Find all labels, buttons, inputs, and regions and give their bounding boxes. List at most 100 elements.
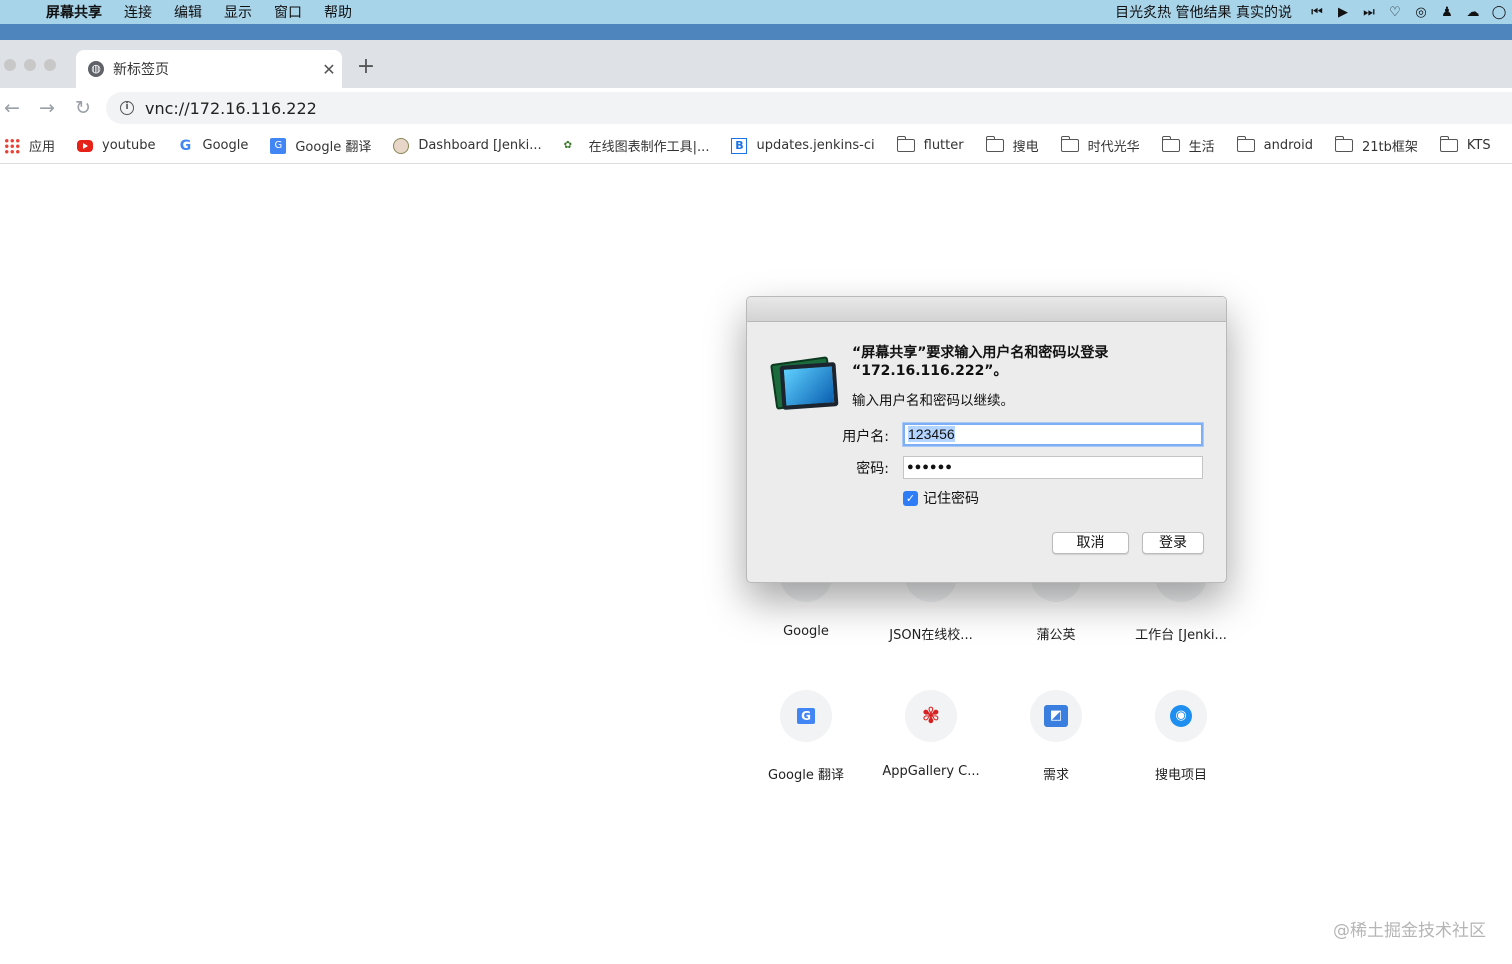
heart-icon[interactable]: ♡: [1382, 5, 1408, 20]
huawei-logo-icon: ✾: [905, 690, 957, 742]
shortcut-appgallery[interactable]: ✾ AppGallery C...: [876, 690, 986, 779]
address-bar[interactable]: i vnc://172.16.116.222: [106, 92, 1512, 124]
bookmark-label: 在线图表制作工具|...: [588, 140, 710, 155]
tab-close-icon[interactable]: ✕: [316, 60, 342, 79]
cancel-button[interactable]: 取消: [1052, 532, 1129, 554]
menu-window[interactable]: 窗口: [274, 2, 302, 22]
jenkins-icon: [393, 137, 410, 154]
menu-connect[interactable]: 连接: [124, 2, 152, 22]
shortcut-label: Google 翻译: [768, 768, 844, 783]
username-label: 用户名:: [842, 429, 889, 445]
previous-track-icon[interactable]: ⏮: [1304, 5, 1330, 20]
shortcut-label: JSON在线校...: [889, 628, 973, 643]
folder-icon: [1161, 136, 1180, 152]
tab-title: 新标签页: [113, 62, 169, 78]
shortcut-label: 需求: [1042, 768, 1069, 783]
bookmark-google[interactable]: G Google: [178, 138, 249, 154]
bookmark-folder-21tb[interactable]: 21tb框架: [1334, 136, 1418, 155]
back-arrow-icon[interactable]: ←: [0, 96, 24, 120]
password-label: 密码:: [856, 461, 889, 477]
bookmark-label: Google: [202, 138, 249, 153]
remember-password-label: 记住密码: [923, 491, 979, 507]
shortcut-label: 搜电项目: [1154, 768, 1207, 783]
bookmark-label: Dashboard [Jenki...: [418, 138, 542, 153]
bookmark-label: 搜电: [1012, 140, 1039, 155]
menu-view[interactable]: 显示: [224, 2, 252, 22]
username-field[interactable]: 123456: [903, 423, 1203, 446]
username-value: 123456: [908, 426, 955, 442]
tab-strip: ◍ 新标签页 ✕ +: [0, 40, 1512, 88]
dialog-message-line2: “172.16.116.222”。: [852, 363, 1008, 379]
menu-app-name[interactable]: 屏幕共享: [46, 2, 102, 22]
shortcut-soudian-project[interactable]: ◉ 搜电项目: [1126, 690, 1236, 783]
bookmark-label: youtube: [102, 138, 156, 153]
bookmark-label: 时代光华: [1087, 140, 1140, 155]
next-track-icon[interactable]: ⏭: [1356, 5, 1382, 20]
login-button[interactable]: 登录: [1142, 532, 1204, 554]
checkbox-checked-icon[interactable]: ✓: [903, 490, 918, 506]
window-zoom-icon[interactable]: [44, 59, 56, 71]
requirements-icon: ◩: [1030, 690, 1082, 742]
menu-edit[interactable]: 编辑: [174, 2, 202, 22]
folder-icon: [985, 136, 1004, 152]
bookmark-label: KTS: [1466, 138, 1491, 153]
reload-icon[interactable]: ↻: [71, 96, 95, 120]
forward-arrow-icon[interactable]: →: [35, 96, 59, 120]
globe-icon: ◍: [88, 61, 104, 77]
bookmark-updates-jenkins[interactable]: B updates.jenkins-ci: [731, 137, 875, 154]
bookmark-label: android: [1263, 138, 1313, 153]
desktop-band: [0, 24, 1512, 40]
shortcut-label: AppGallery C...: [882, 764, 980, 779]
bookmark-apps[interactable]: 应用: [4, 136, 55, 155]
chart-tool-icon: ✿: [563, 139, 573, 151]
address-url[interactable]: vnc://172.16.116.222: [145, 99, 317, 118]
google-translate-icon: G: [270, 137, 287, 154]
dialog-titlebar: [747, 297, 1226, 322]
mac-menu-bar: 屏幕共享 连接 编辑 显示 窗口 帮助 目光炙热 管他结果 真实的说 ⏮ ▶ ⏭…: [0, 0, 1512, 24]
new-tab-plus-icon[interactable]: +: [354, 56, 378, 80]
youtube-icon: [77, 139, 94, 152]
bookmark-google-translate[interactable]: G Google 翻译: [270, 136, 371, 155]
screen-sharing-app-icon: [770, 354, 839, 410]
bracket-b-icon: B: [731, 137, 748, 154]
folder-icon: [1439, 136, 1458, 152]
folder-icon: [1236, 136, 1255, 152]
screen-sharing-login-dialog: “屏幕共享”要求输入用户名和密码以登录 “172.16.116.222”。 输入…: [746, 296, 1227, 583]
dialog-subtitle: 输入用户名和密码以继续。: [852, 393, 1014, 409]
bookmark-folder-android[interactable]: android: [1236, 136, 1313, 153]
bookmark-folder-soudian[interactable]: 搜电: [985, 136, 1039, 155]
bookmark-label: 生活: [1188, 140, 1215, 155]
bookmark-folder-kts[interactable]: KTS: [1439, 136, 1491, 153]
shortcut-requirements[interactable]: ◩ 需求: [1001, 690, 1111, 783]
bookmark-label: updates.jenkins-ci: [756, 138, 875, 153]
window-close-icon[interactable]: [4, 59, 16, 71]
chat-bubble-icon[interactable]: ◯: [1486, 5, 1512, 20]
folder-icon: [1334, 136, 1353, 152]
site-info-icon[interactable]: i: [120, 101, 134, 115]
bookmark-chart-tool[interactable]: ✿ 在线图表制作工具|...: [563, 136, 710, 156]
wechat-icon[interactable]: ☁: [1460, 5, 1486, 20]
bookmark-folder-flutter[interactable]: flutter: [896, 136, 964, 153]
dialog-message-line1: “屏幕共享”要求输入用户名和密码以登录: [852, 345, 1109, 361]
folder-icon: [1060, 136, 1079, 152]
window-minimize-icon[interactable]: [24, 59, 36, 71]
bookmark-folder-life[interactable]: 生活: [1161, 136, 1215, 155]
shortcut-label: 蒲公英: [1036, 628, 1076, 643]
tab-new-tab[interactable]: ◍ 新标签页 ✕: [76, 50, 342, 88]
menu-help[interactable]: 帮助: [324, 2, 352, 22]
bookmark-folder-shidai[interactable]: 时代光华: [1060, 136, 1140, 155]
shortcut-google-translate[interactable]: G Google 翻译: [751, 690, 861, 783]
netease-music-icon[interactable]: ◎: [1408, 5, 1434, 20]
bookmark-jenkins-dashboard[interactable]: Dashboard [Jenki...: [393, 137, 542, 154]
qq-penguin-icon[interactable]: ♟: [1434, 5, 1460, 20]
folder-icon: [896, 136, 915, 152]
bookmark-label: 21tb框架: [1361, 140, 1418, 155]
bookmark-youtube[interactable]: youtube: [77, 138, 156, 153]
monster-icon: ◉: [1155, 690, 1207, 742]
bookmark-label: 应用: [29, 140, 56, 155]
password-field[interactable]: ●●●●●●: [903, 456, 1203, 479]
dialog-message: “屏幕共享”要求输入用户名和密码以登录 “172.16.116.222”。: [852, 344, 1212, 380]
play-icon[interactable]: ▶: [1330, 5, 1356, 20]
remember-password-row[interactable]: ✓ 记住密码: [903, 488, 979, 508]
bookmark-label: Google 翻译: [295, 140, 372, 155]
